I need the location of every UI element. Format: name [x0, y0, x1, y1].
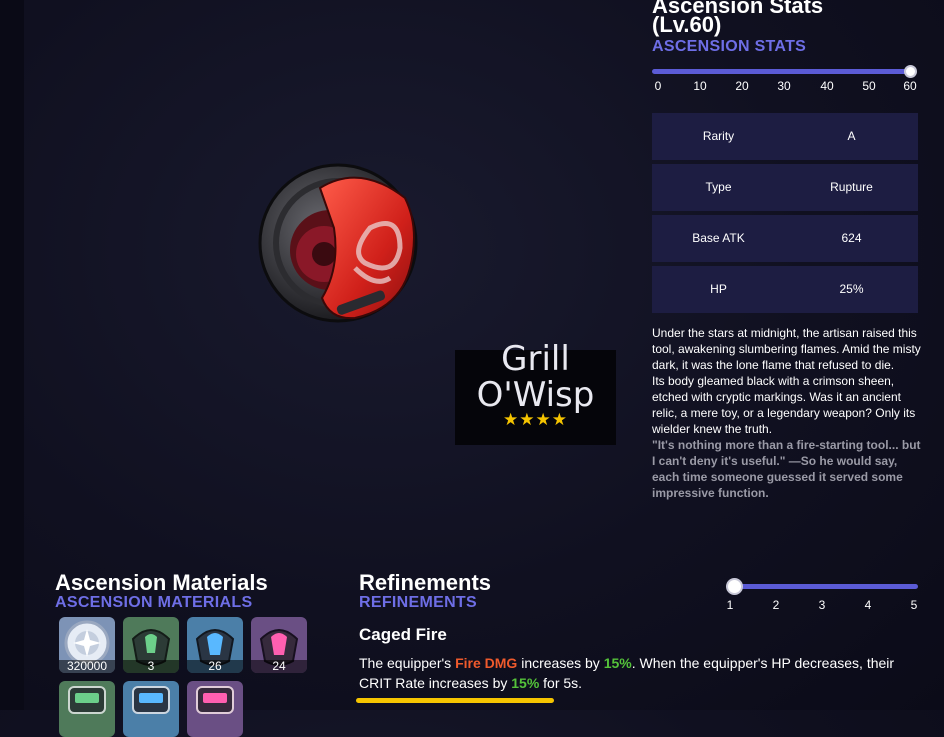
stat-value: A [847, 129, 856, 143]
refinement-text: increases by [517, 655, 604, 671]
refinement-skill-name: Caged Fire [359, 625, 447, 644]
ascension-stats-title: Ascension Stats (Lv.60) [652, 0, 912, 36]
material-item[interactable]: 320000 [59, 617, 115, 673]
refinement-tick: 4 [864, 598, 872, 612]
stat-label: Type [705, 180, 732, 194]
refinement-tick: 2 [772, 598, 780, 612]
material-item[interactable]: 26 [187, 617, 243, 673]
material-item[interactable] [59, 681, 115, 737]
weapon-name-line1: Grill [501, 339, 570, 379]
level-tick: 0 [654, 79, 662, 93]
level-tick: 40 [820, 79, 834, 93]
level-tick: 50 [862, 79, 876, 93]
stat-value: Rupture [830, 180, 873, 194]
refinement-tick: 1 [726, 598, 734, 612]
refinement-text: for 5s. [539, 675, 583, 691]
refinement-highlight-fire: Fire DMG [455, 655, 518, 671]
material-item[interactable]: 24 [251, 617, 307, 673]
refinement-slider-thumb[interactable] [726, 578, 743, 595]
level-tick: 10 [693, 79, 707, 93]
material-count: 26 [187, 660, 243, 673]
blue-battery-icon [132, 686, 170, 714]
refinement-tick: 5 [910, 598, 918, 612]
level-slider-track[interactable] [652, 69, 914, 74]
level-tick: 30 [777, 79, 791, 93]
material-count: 3 [123, 660, 179, 673]
level-slider-thumb[interactable] [904, 65, 917, 78]
stat-row-base-atk: Base ATK 624 [652, 215, 918, 262]
material-count: 320000 [59, 660, 115, 673]
materials-title: Ascension Materials [55, 570, 268, 595]
materials-subtitle: ASCENSION MATERIALS [55, 594, 253, 611]
material-item[interactable] [123, 681, 179, 737]
stat-row-rarity: Rarity A [652, 113, 918, 160]
stat-row-hp: HP 25% [652, 266, 918, 313]
weapon-image [258, 163, 418, 323]
material-count: 24 [251, 660, 307, 673]
description-quote: "It's nothing more than a fire-starting … [652, 438, 921, 500]
stat-row-type: Type Rupture [652, 164, 918, 211]
description-paragraph: Under the stars at midnight, the artisan… [652, 326, 921, 372]
material-item[interactable] [187, 681, 243, 737]
stat-label: Base ATK [692, 231, 745, 245]
stat-value: 624 [841, 231, 862, 245]
refinement-tick: 3 [818, 598, 826, 612]
refinement-highlight-value: 15% [603, 655, 632, 671]
pink-battery-icon [196, 686, 234, 714]
left-edge [0, 0, 24, 710]
refinements-subtitle: REFINEMENTS [359, 594, 477, 611]
weapon-name-line2: O'Wisp [476, 375, 595, 415]
weapon-name-card: Grill O'Wisp ★★★★ [455, 341, 616, 445]
level-tick: 60 [903, 79, 917, 93]
ascension-stats-subtitle: ASCENSION STATS [652, 38, 807, 55]
stat-label: HP [710, 282, 727, 296]
stat-value: 25% [839, 282, 864, 296]
refinement-underline [356, 698, 554, 703]
level-tick: 20 [735, 79, 749, 93]
refinement-description: The equipper's Fire DMG increases by 15%… [359, 653, 929, 693]
material-item[interactable]: 3 [123, 617, 179, 673]
refinements-title: Refinements [359, 570, 492, 595]
weapon-description: Under the stars at midnight, the artisan… [652, 325, 922, 501]
refinement-text: The equipper's [359, 655, 456, 671]
green-battery-icon [68, 686, 106, 714]
refinement-highlight-value: 15% [511, 675, 540, 691]
description-paragraph: Its body gleamed black with a crimson sh… [652, 374, 916, 436]
refinement-slider-track[interactable] [731, 584, 918, 589]
stat-label: Rarity [702, 129, 735, 143]
